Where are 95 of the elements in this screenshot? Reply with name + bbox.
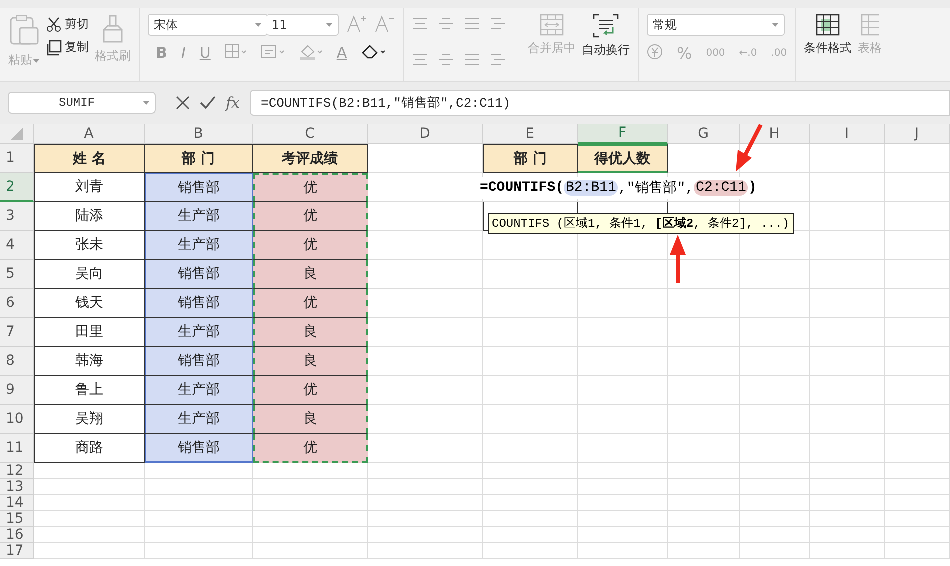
copy-button[interactable]: 复制	[46, 39, 89, 56]
table-cell: 生产部	[145, 202, 253, 231]
caret-icon	[32, 59, 40, 64]
table-cell: 良	[253, 318, 368, 347]
table-cell: 生产部	[145, 405, 253, 434]
wrap-text-button[interactable]: 自动换行	[582, 14, 630, 81]
row-header[interactable]: 9	[0, 376, 34, 405]
column-header[interactable]: D	[368, 124, 483, 144]
table-cell: 良	[253, 347, 368, 376]
column-header[interactable]: I	[810, 124, 885, 144]
caret-icon	[143, 100, 150, 106]
eraser-icon	[361, 44, 388, 60]
table-cell: 销售部	[145, 347, 253, 376]
column-header[interactable]: B	[145, 124, 253, 144]
table-cell: 生产部	[145, 318, 253, 347]
table-cell: 生产部	[145, 231, 253, 260]
conditional-format-button[interactable]: 条件格式	[804, 14, 852, 81]
close-icon[interactable]	[176, 96, 190, 110]
row-header[interactable]: 8	[0, 347, 34, 376]
check-icon[interactable]	[200, 96, 216, 110]
table-cell: 优	[253, 289, 368, 318]
align-icon	[412, 18, 428, 30]
grow-font-icon	[347, 14, 367, 32]
table-icon	[861, 14, 880, 36]
column-header[interactable]: J	[885, 124, 950, 144]
row-header[interactable]: 14	[0, 495, 34, 511]
column-heading: 考评成绩	[253, 144, 368, 173]
currency-icon	[647, 44, 663, 60]
row-header[interactable]: 7	[0, 318, 34, 347]
cut-button[interactable]: 剪切	[46, 16, 89, 33]
cell-style-icon	[260, 44, 285, 60]
align-icon	[490, 18, 506, 30]
row-header[interactable]: 10	[0, 405, 34, 434]
row-header[interactable]: 5	[0, 260, 34, 289]
column-heading: 部 门	[483, 144, 578, 173]
table-cell: 良	[253, 405, 368, 434]
column-heading: 得优人数	[578, 144, 668, 173]
row-header[interactable]: 1	[0, 144, 34, 173]
formula-field[interactable]: =COUNTIFS(B2:B11,"销售部",C2:C11)	[250, 90, 950, 116]
column-header[interactable]: E	[483, 124, 578, 144]
align-icon	[464, 18, 480, 30]
clipboard-icon	[8, 14, 40, 48]
column-header[interactable]: C	[253, 124, 368, 144]
row-header[interactable]: 15	[0, 511, 34, 527]
table-cell: 生产部	[145, 376, 253, 405]
fill-color-icon	[298, 44, 323, 60]
table-cell: 销售部	[145, 434, 253, 463]
row-header[interactable]: 3	[0, 202, 34, 231]
row-header[interactable]: 17	[0, 543, 34, 559]
align-icon	[412, 54, 428, 66]
name-box[interactable]: SUMIF	[8, 92, 156, 114]
caret-icon	[772, 22, 779, 28]
function-tooltip: COUNTIFS (区域1, 条件1, [区域2, 条件2], ...)	[488, 213, 794, 234]
row-header[interactable]: 6	[0, 289, 34, 318]
font-name-dropdown[interactable]: 宋体	[148, 14, 268, 36]
table-cell: 销售部	[145, 260, 253, 289]
align-icon	[438, 18, 454, 30]
wrap-text-icon	[593, 14, 619, 38]
column-header[interactable]: G	[668, 124, 740, 144]
table-cell: 良	[253, 260, 368, 289]
row-header[interactable]: 4	[0, 231, 34, 260]
table-cell: 优	[253, 376, 368, 405]
merge-cells-icon	[540, 14, 564, 36]
column-header[interactable]: H	[740, 124, 810, 144]
copy-icon	[46, 40, 62, 56]
column-heading: 姓 名	[34, 144, 145, 173]
shrink-font-icon	[375, 14, 395, 32]
table-cell: 优	[253, 434, 368, 463]
border-icon	[224, 44, 247, 60]
table-cell: 优	[253, 173, 368, 202]
align-icon	[464, 54, 480, 66]
table-cell: 优	[253, 231, 368, 260]
pointer-arrow	[736, 124, 763, 172]
row-header[interactable]: 11	[0, 434, 34, 463]
row-header[interactable]: 12	[0, 463, 34, 479]
caret-icon	[326, 22, 333, 28]
brush-icon	[101, 14, 125, 44]
conditional-format-icon	[816, 14, 840, 36]
column-heading: 部 门	[145, 144, 253, 173]
align-icon	[490, 54, 506, 66]
row-header[interactable]: 16	[0, 527, 34, 543]
column-header[interactable]: F	[578, 124, 668, 144]
column-header[interactable]: A	[34, 124, 145, 144]
row-header[interactable]: 13	[0, 479, 34, 495]
table-cell: 销售部	[145, 173, 253, 202]
caret-icon	[255, 22, 262, 28]
function-button[interactable]: fx	[226, 94, 240, 112]
align-icon	[438, 54, 454, 66]
number-format-dropdown[interactable]: 常规	[647, 14, 785, 36]
row-header[interactable]: 2	[0, 173, 34, 202]
pointer-arrow	[670, 235, 686, 283]
font-size-dropdown[interactable]: 11	[267, 14, 339, 36]
table-cell: 优	[253, 202, 368, 231]
scissors-icon	[46, 16, 62, 32]
table-cell: 销售部	[145, 289, 253, 318]
